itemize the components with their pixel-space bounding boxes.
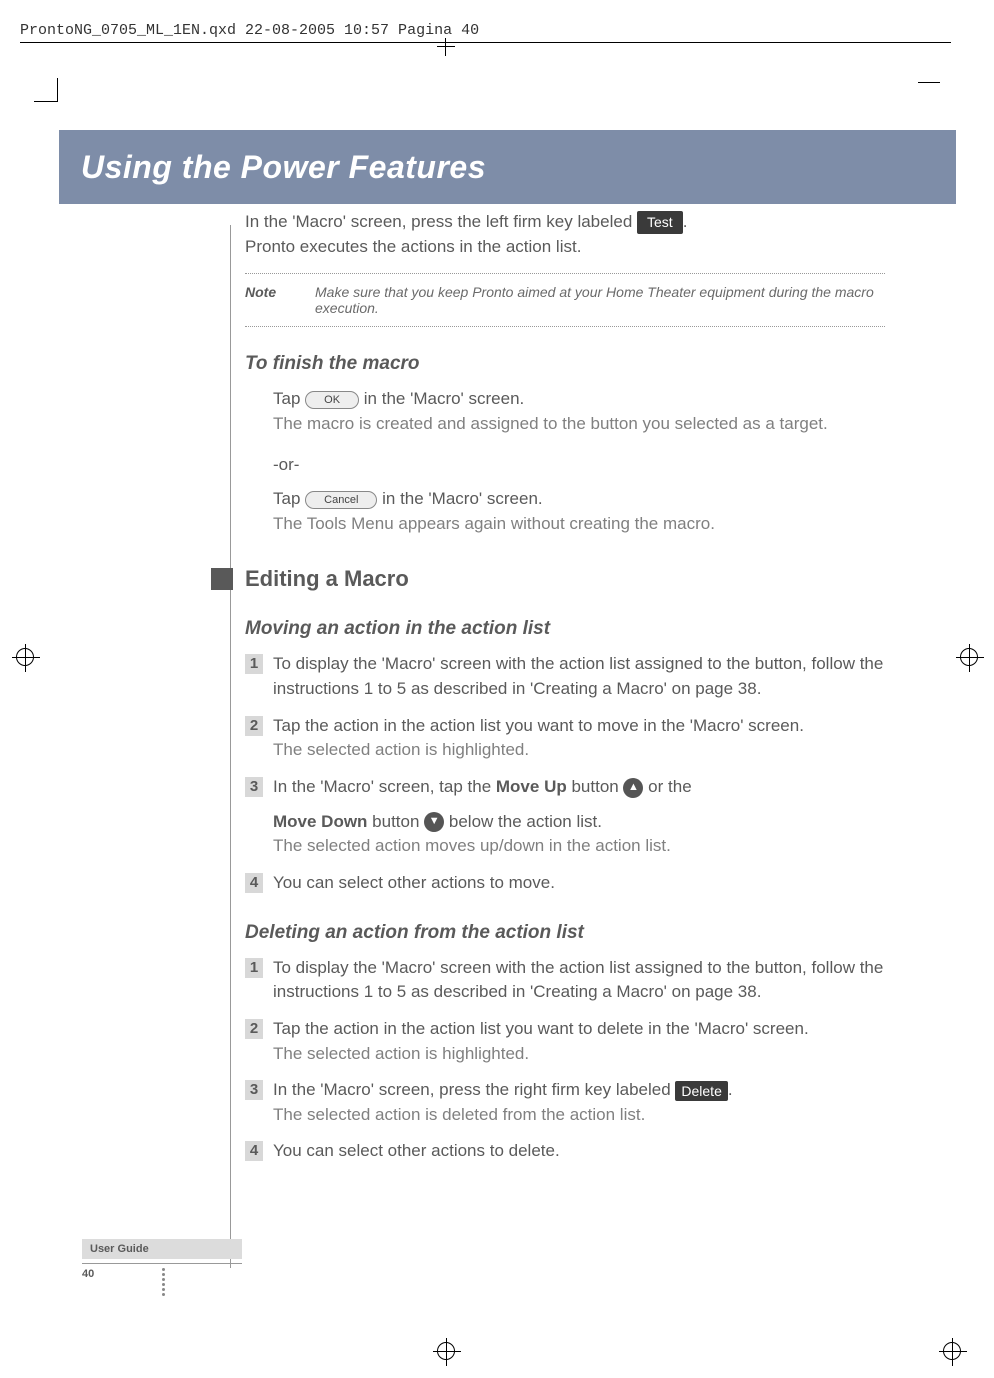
dot-icon (162, 1293, 165, 1296)
step-text: Tap the action in the action list you wa… (273, 1017, 885, 1066)
text: The selected action is highlighted. (273, 1044, 529, 1063)
step-text: You can select other actions to delete. (273, 1139, 885, 1164)
register-right (960, 648, 978, 666)
dot-icon (162, 1273, 165, 1276)
text: Pronto executes the actions in the actio… (245, 237, 581, 256)
step-number: 3 (245, 1080, 263, 1100)
crop-mark-top (437, 38, 455, 56)
footer: User Guide 40 (82, 1239, 242, 1296)
text: The selected action is highlighted. (273, 740, 529, 759)
dot-icon (162, 1278, 165, 1281)
note: Note Make sure that you keep Pronto aime… (245, 284, 885, 316)
step-text: To display the 'Macro' screen with the a… (273, 652, 885, 701)
test-chip: Test (637, 211, 683, 233)
text: In the 'Macro' screen, press the left fi… (245, 212, 637, 231)
move-up-label: Move Up (496, 777, 567, 796)
deleting-step-1: 1 To display the 'Macro' screen with the… (245, 956, 885, 1005)
move-down-label: Move Down (273, 812, 367, 831)
step-text: Tap the action in the action list you wa… (273, 714, 885, 763)
text: The selected action moves up/down in the… (273, 836, 671, 855)
user-guide-label: User Guide (82, 1239, 242, 1259)
moving-step-4: 4 You can select other actions to move. (245, 871, 885, 896)
divider (245, 273, 885, 274)
deleting-step-2: 2 Tap the action in the action list you … (245, 1017, 885, 1066)
step-number: 1 (245, 654, 263, 674)
delete-chip: Delete (675, 1081, 727, 1101)
text: . (683, 212, 688, 231)
up-arrow-icon: ▲ (623, 778, 643, 798)
deleting-heading: Deleting an action from the action list (245, 922, 885, 944)
text: button (367, 812, 424, 831)
text: or the (643, 777, 691, 796)
main-content: In the 'Macro' screen, press the left fi… (245, 210, 885, 1176)
moving-step-1: 1 To display the 'Macro' screen with the… (245, 652, 885, 701)
section-title: Using the Power Features (81, 149, 486, 186)
text: in the 'Macro' screen. (377, 489, 542, 508)
intro-paragraph: In the 'Macro' screen, press the left fi… (245, 210, 885, 259)
moving-step-3: 3 In the 'Macro' screen, tap the Move Up… (245, 775, 885, 859)
step-number: 4 (245, 873, 263, 893)
editing-heading: Editing a Macro (245, 566, 409, 592)
text: in the 'Macro' screen. (359, 389, 524, 408)
cancel-result: The Tools Menu appears again without cre… (273, 512, 885, 537)
editing-heading-wrap: Editing a Macro (211, 566, 885, 592)
dot-icon (162, 1288, 165, 1291)
step-number: 1 (245, 958, 263, 978)
dot-column (82, 1268, 242, 1296)
section-banner: Using the Power Features (59, 130, 956, 204)
text: button (567, 777, 624, 796)
source-header: ProntoNG_0705_ML_1EN.qxd 22-08-2005 10:5… (20, 22, 479, 39)
finish-cancel-step: Tap Cancel in the 'Macro' screen. (273, 487, 885, 512)
footer-rule (82, 1263, 242, 1264)
step-text: You can select other actions to move. (273, 871, 885, 896)
text: below the action list. (444, 812, 602, 831)
note-body: Make sure that you keep Pronto aimed at … (315, 284, 885, 316)
heading-block-icon (211, 568, 233, 590)
register-left (16, 648, 34, 666)
step-number: 2 (245, 716, 263, 736)
text: Tap the action in the action list you wa… (273, 716, 804, 735)
or-text: -or- (273, 453, 885, 478)
step-text: In the 'Macro' screen, tap the Move Up b… (273, 775, 885, 859)
cancel-button-graphic: Cancel (305, 491, 377, 509)
finish-ok-step: Tap OK in the 'Macro' screen. (273, 387, 885, 412)
content-divider (230, 225, 231, 1268)
top-rule (20, 42, 951, 43)
dot-icon (162, 1268, 165, 1271)
step-text: To display the 'Macro' screen with the a… (273, 956, 885, 1005)
down-arrow-icon: ▼ (424, 812, 444, 832)
moving-step-2: 2 Tap the action in the action list you … (245, 714, 885, 763)
deleting-step-4: 4 You can select other actions to delete… (245, 1139, 885, 1164)
crop-tick-tr (918, 82, 940, 83)
text: Tap the action in the action list you wa… (273, 1019, 809, 1038)
step-number: 3 (245, 777, 263, 797)
text: Tap (273, 489, 305, 508)
divider (245, 326, 885, 327)
text: In the 'Macro' screen, press the right f… (273, 1080, 675, 1099)
text: The selected action is deleted from the … (273, 1105, 645, 1124)
dot-icon (162, 1283, 165, 1286)
ok-result: The macro is created and assigned to the… (273, 412, 885, 437)
text: . (728, 1080, 733, 1099)
text: In the 'Macro' screen, tap the (273, 777, 496, 796)
crop-mark-bottom (437, 1342, 455, 1360)
register-br (943, 1342, 961, 1360)
finish-heading: To finish the macro (245, 353, 885, 375)
moving-heading: Moving an action in the action list (245, 618, 885, 640)
crop-corner-tl (34, 78, 58, 102)
step-number: 2 (245, 1019, 263, 1039)
text: Tap (273, 389, 305, 408)
ok-button-graphic: OK (305, 391, 359, 409)
page-number: 40 (82, 1268, 94, 1280)
step-text: In the 'Macro' screen, press the right f… (273, 1078, 885, 1127)
step-number: 4 (245, 1141, 263, 1161)
deleting-step-3: 3 In the 'Macro' screen, press the right… (245, 1078, 885, 1127)
note-label: Note (245, 284, 315, 316)
